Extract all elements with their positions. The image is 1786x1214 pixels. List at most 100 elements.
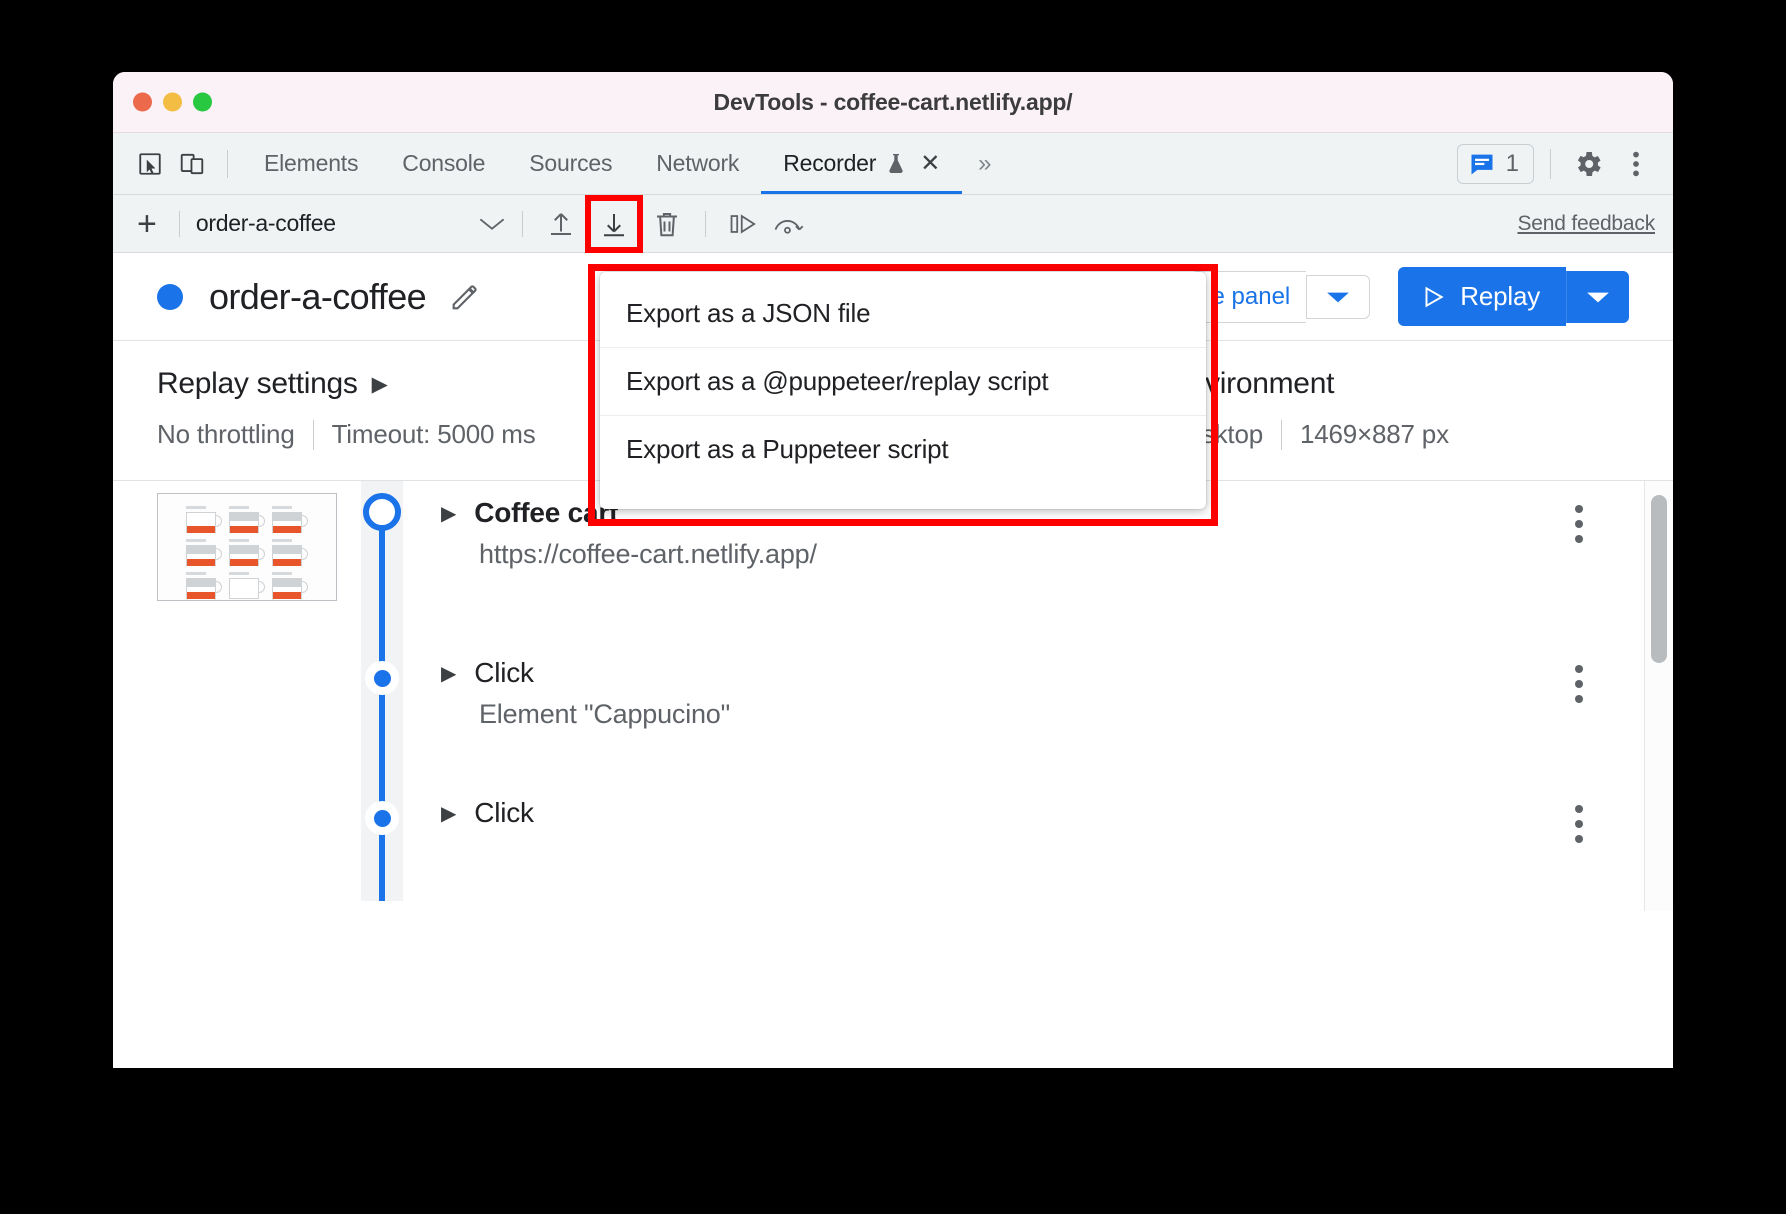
devtools-more-kebab-icon[interactable] — [1615, 143, 1657, 185]
device-toolbar-icon[interactable] — [171, 143, 213, 185]
play-triangle-icon — [1420, 284, 1446, 310]
close-window-button[interactable] — [133, 92, 152, 112]
expand-triangle-icon[interactable]: ▶ — [441, 501, 456, 526]
value-divider — [312, 419, 314, 450]
toolbar-divider-2 — [521, 210, 523, 237]
thumbnail-cup — [184, 539, 224, 567]
list-item[interactable]: ▶ Click — [113, 781, 1673, 901]
window-titlebar: DevTools - coffee-cart.netlify.app/ — [113, 72, 1673, 133]
throttling-value: No throttling — [157, 419, 295, 449]
step-subtitle: https://coffee-cart.netlify.app/ — [479, 539, 817, 569]
step-title: Click — [474, 797, 534, 828]
value-divider — [1280, 419, 1282, 450]
issues-button[interactable]: 1 — [1456, 143, 1534, 184]
toolbar-divider-3 — [704, 210, 706, 237]
tab-recorder[interactable]: Recorder ✕ — [761, 133, 963, 194]
issues-count: 1 — [1505, 149, 1519, 177]
thumbnail-coffee-grid — [184, 506, 310, 600]
step-marker — [365, 661, 399, 695]
tabbar-divider — [227, 149, 228, 178]
recording-selector[interactable]: order-a-coffee — [196, 210, 506, 237]
thumbnail-cup — [227, 539, 267, 567]
step-content: ▶ Click Element "Cappucino" — [403, 641, 1673, 730]
recording-selector-label: order-a-coffee — [195, 210, 336, 236]
pencil-icon[interactable] — [448, 280, 482, 314]
replay-settings-label: Replay settings — [157, 367, 358, 400]
step-rail — [361, 641, 403, 781]
inspect-cursor-icon[interactable] — [129, 143, 171, 185]
replay-speed-button[interactable] — [766, 202, 810, 246]
step-rail — [361, 781, 403, 901]
traffic-lights — [133, 92, 212, 112]
step-screenshot-thumbnail — [157, 493, 337, 601]
actions-divider — [1550, 148, 1551, 179]
panel-tabs: Elements Console Sources Network Recorde… — [242, 133, 963, 194]
send-feedback-link[interactable]: Send feedback — [1517, 212, 1655, 236]
environment-label: Environment — [1169, 367, 1335, 400]
toolbar-divider — [178, 210, 180, 237]
step-marker-start — [363, 493, 401, 531]
thumbnail-cup — [270, 539, 310, 567]
zoom-window-button[interactable] — [193, 92, 212, 112]
thumbnail-cup — [184, 506, 224, 534]
tab-label: Recorder — [783, 150, 877, 176]
thumbnail-cup — [184, 572, 224, 600]
menu-item-export-json[interactable]: Export as a JSON file — [600, 280, 1206, 348]
code-panel-caret-button[interactable] — [1306, 274, 1371, 319]
gear-icon[interactable] — [1567, 143, 1609, 185]
list-item[interactable]: ▶ Click Element "Cappucino" — [113, 641, 1673, 781]
step-menu-icon[interactable] — [1575, 665, 1583, 703]
tab-network[interactable]: Network — [634, 133, 761, 194]
import-recording-button[interactable] — [539, 202, 583, 246]
scrollbar-thumb[interactable] — [1651, 495, 1667, 663]
step-marker — [365, 801, 399, 835]
steps-scrollbar[interactable] — [1644, 481, 1673, 911]
step-content: ▶ Click — [403, 781, 1673, 829]
delete-recording-button[interactable] — [645, 202, 689, 246]
thumbnail-cup — [227, 506, 267, 534]
tab-label: Sources — [529, 150, 613, 176]
expand-triangle-icon[interactable]: ▶ — [441, 661, 456, 686]
window-title: DevTools - coffee-cart.netlify.app/ — [713, 88, 1073, 115]
tab-elements[interactable]: Elements — [242, 133, 380, 194]
export-recording-button[interactable] — [592, 202, 636, 246]
page-title: order-a-coffee — [209, 275, 427, 317]
recording-header-actions: e panel Replay — [1190, 267, 1629, 326]
step-menu-icon[interactable] — [1575, 505, 1583, 543]
tab-label: Elements — [264, 150, 359, 176]
screen-root: DevTools - coffee-cart.netlify.app/ Elem… — [0, 0, 1786, 1214]
tabbar-actions: 1 — [1456, 143, 1657, 185]
chevron-down-icon — [478, 215, 506, 233]
menu-item-export-puppeteer-script[interactable]: Export as a Puppeteer script — [600, 416, 1206, 483]
minimize-window-button[interactable] — [163, 92, 182, 112]
step-title: Click — [474, 657, 534, 688]
thumbnail-cup — [270, 506, 310, 534]
more-panels-icon[interactable]: » — [962, 150, 1007, 178]
replay-button-label: Replay — [1460, 281, 1540, 311]
devtools-window: DevTools - coffee-cart.netlify.app/ Elem… — [113, 72, 1673, 1068]
issues-icon — [1468, 150, 1496, 178]
tab-label: Console — [402, 150, 486, 176]
timeout-value: Timeout: 5000 ms — [331, 419, 536, 449]
export-menu[interactable]: Export as a JSON file Export as a @puppe… — [600, 272, 1206, 509]
tab-sources[interactable]: Sources — [507, 133, 634, 194]
step-header[interactable]: ▶ Click — [441, 797, 1673, 829]
expand-triangle-icon[interactable]: ▶ — [441, 801, 456, 826]
environment-viewport: 1469×887 px — [1299, 419, 1449, 449]
replay-button[interactable]: Replay — [1398, 267, 1566, 326]
step-subtitle: Element "Cappucino" — [479, 699, 731, 729]
tab-console[interactable]: Console — [380, 133, 507, 194]
environment-values: Desktop 1469×887 px — [1169, 419, 1629, 450]
close-icon[interactable]: ✕ — [920, 151, 940, 176]
environment-section: Environment Desktop 1469×887 px — [1169, 367, 1629, 450]
steps-list[interactable]: ▶ Coffee cart https://coffee-cart.netlif… — [113, 481, 1673, 911]
menu-item-export-replay-script[interactable]: Export as a @puppeteer/replay script — [600, 348, 1206, 416]
step-menu-icon[interactable] — [1575, 805, 1583, 843]
step-header[interactable]: ▶ Click — [441, 657, 1673, 689]
thumbnail-cup — [270, 572, 310, 600]
thumbnail-cup — [227, 572, 267, 600]
step-replay-button[interactable] — [722, 202, 766, 246]
tab-label: Network — [656, 150, 740, 176]
create-recording-button[interactable]: + — [131, 207, 163, 241]
replay-options-button[interactable] — [1566, 270, 1629, 323]
